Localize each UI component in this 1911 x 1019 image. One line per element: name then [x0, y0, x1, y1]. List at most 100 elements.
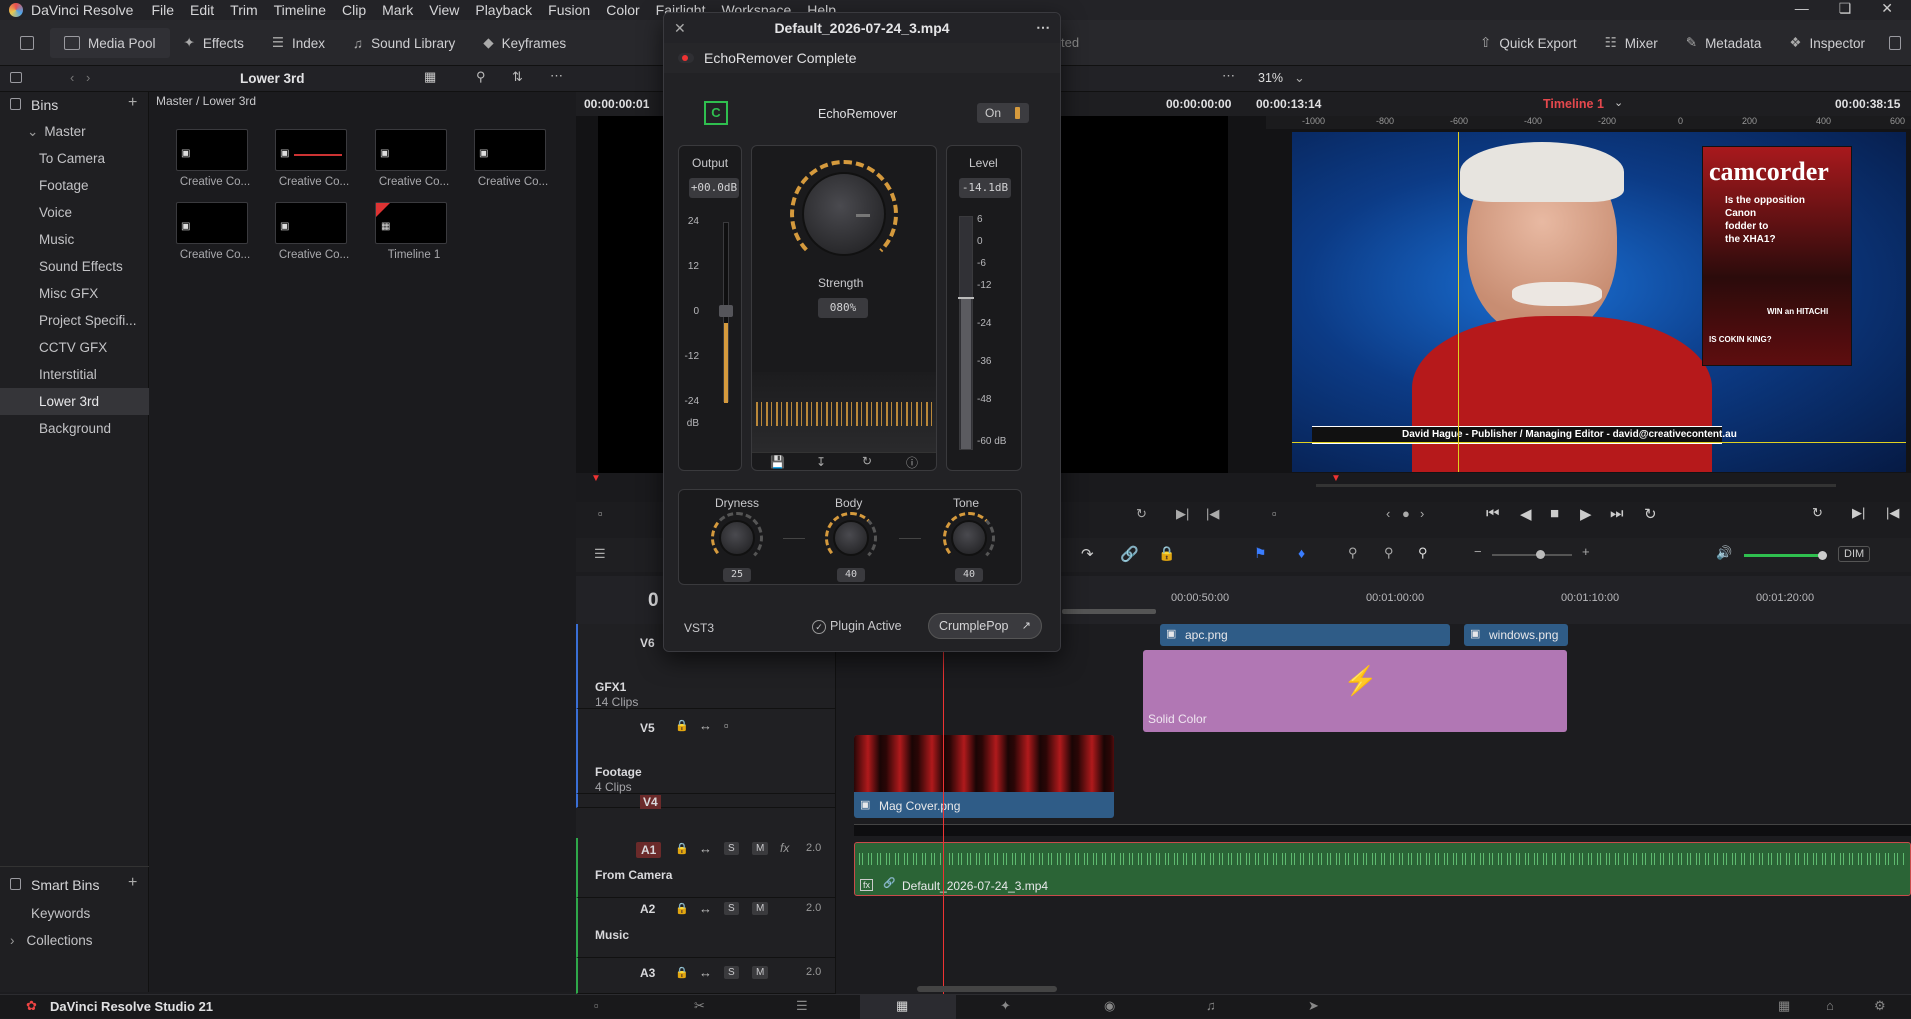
dryness-knob[interactable]: [719, 520, 755, 556]
inspector-button[interactable]: ❖ Inspector: [1775, 20, 1879, 66]
keyframes-button[interactable]: ◆ Keyframes: [469, 20, 580, 66]
menu-trim[interactable]: Trim: [230, 2, 257, 18]
minimize-icon[interactable]: —: [1795, 0, 1809, 17]
plugin-bypass-icon[interactable]: [678, 53, 694, 63]
nav-back-icon[interactable]: ‹: [70, 70, 74, 85]
zoom-custom-icon[interactable]: ⚲: [1418, 545, 1428, 561]
go-start-icon[interactable]: ⏮: [1486, 505, 1500, 522]
track-header-a3[interactable]: A3 🔒 ↔ S M 2.0: [576, 958, 836, 994]
bin-item[interactable]: CCTV GFX: [0, 334, 149, 361]
auto-select-icon[interactable]: ↔: [699, 965, 712, 980]
speaker-icon[interactable]: 🔊: [1716, 545, 1732, 561]
track-header-v5[interactable]: V5 🔒 ↔ ▫ Footage 4 Clips: [576, 709, 836, 794]
cut-page-icon[interactable]: ✂: [694, 998, 705, 1014]
menu-timeline[interactable]: Timeline: [274, 2, 326, 18]
jkl-icon[interactable]: ▫: [598, 506, 603, 521]
bin-item[interactable]: Misc GFX: [0, 280, 149, 307]
project-manager-icon[interactable]: ▦: [1778, 998, 1790, 1014]
nav-forward-icon[interactable]: ›: [86, 70, 90, 85]
playhead-marker-icon[interactable]: ▼: [591, 473, 601, 484]
metadata-button[interactable]: ✎ Metadata: [1672, 20, 1776, 66]
next-frame-icon[interactable]: ▶|: [1176, 506, 1189, 522]
power-toggle[interactable]: On: [977, 103, 1029, 123]
zoom-out-icon[interactable]: −: [1474, 544, 1482, 559]
output-fader-handle[interactable]: [719, 305, 733, 317]
close-icon[interactable]: ✕: [1881, 0, 1893, 17]
go-end-icon[interactable]: ⏭: [1610, 505, 1624, 522]
edit-mode-icon[interactable]: ☰: [594, 546, 606, 562]
end-icon[interactable]: |◀: [1206, 506, 1219, 522]
grid-view-icon[interactable]: ▦: [424, 69, 436, 85]
crumplepop-button[interactable]: CrumplePop ↗: [928, 613, 1042, 639]
restore-icon[interactable]: ❏: [1839, 0, 1852, 17]
effects-button[interactable]: ✦ Effects: [170, 20, 258, 66]
bin-item[interactable]: To Camera: [0, 145, 149, 172]
bin-item[interactable]: Project Specifi...: [0, 307, 149, 334]
menu-color[interactable]: Color: [606, 2, 639, 18]
clip-thumbnail[interactable]: ▣ Creative Co...: [176, 202, 250, 261]
zoom-level[interactable]: 31%: [1258, 71, 1283, 85]
plugin-active-toggle[interactable]: ✓ Plugin Active: [812, 619, 902, 634]
track-header-a1[interactable]: A1 🔒 ↔ S M fx 2.0 From Camera: [576, 838, 836, 898]
bin-item[interactable]: Footage: [0, 172, 149, 199]
media-page-icon[interactable]: ▫: [594, 998, 599, 1013]
auto-select-icon[interactable]: ↔: [699, 841, 712, 856]
bin-item-selected[interactable]: Lower 3rd: [0, 388, 149, 415]
volume-slider[interactable]: [1744, 551, 1827, 560]
fusion-page-icon[interactable]: ✦: [1000, 998, 1011, 1014]
menu-fusion[interactable]: Fusion: [548, 2, 590, 18]
timeline-name[interactable]: Timeline 1: [1543, 97, 1604, 111]
workspace-icon[interactable]: [20, 36, 34, 50]
menu-clip[interactable]: Clip: [342, 2, 366, 18]
zoom-in-icon[interactable]: +: [1582, 544, 1590, 559]
bin-item[interactable]: Sound Effects: [0, 253, 149, 280]
smart-bin-keywords[interactable]: Keywords: [0, 900, 149, 927]
auto-select-icon[interactable]: ↔: [699, 718, 712, 733]
track-header-v4[interactable]: V4: [576, 794, 836, 809]
clip-apc[interactable]: ▣ apc.png: [1160, 624, 1450, 646]
jog-right-icon[interactable]: ›: [1420, 506, 1424, 521]
solo-button[interactable]: S: [724, 902, 739, 915]
match-frame-icon[interactable]: ↻: [1812, 505, 1823, 521]
auto-select-icon[interactable]: ↔: [699, 901, 712, 916]
loop-icon[interactable]: ↻: [1136, 506, 1147, 522]
bin-master[interactable]: ⌄ Master: [0, 118, 149, 145]
info-icon[interactable]: ⓘ: [906, 454, 918, 471]
play-icon[interactable]: ▶: [1580, 505, 1592, 523]
sound-library-button[interactable]: ♫ Sound Library: [339, 20, 469, 66]
index-button[interactable]: ☰ Index: [258, 20, 339, 66]
solo-button[interactable]: S: [724, 966, 739, 979]
mute-button[interactable]: M: [752, 902, 769, 915]
save-preset-icon[interactable]: 💾: [770, 455, 785, 469]
panel-toggle-icon[interactable]: [1889, 36, 1901, 50]
mute-button[interactable]: M: [752, 966, 769, 979]
clip-solid-color[interactable]: ⚡ Solid Color: [1143, 650, 1567, 732]
edit-page-active[interactable]: ▦: [860, 995, 956, 1019]
lock-icon[interactable]: 🔒: [675, 966, 689, 979]
clip-thumbnail[interactable]: ▣ Creative Co...: [474, 129, 548, 188]
zoom-slider-handle[interactable]: [1536, 550, 1545, 559]
clip-thumbnail[interactable]: ▣ Creative Co...: [375, 129, 449, 188]
loop-playback-icon[interactable]: ↻: [1644, 505, 1657, 523]
fx-icon[interactable]: fx: [780, 841, 789, 855]
menu-view[interactable]: View: [429, 2, 459, 18]
bin-item[interactable]: Music: [0, 226, 149, 253]
settings-icon[interactable]: ⚙: [1874, 998, 1886, 1014]
clip-thumbnail[interactable]: ▣ Creative Co...: [275, 129, 349, 188]
add-smart-bin-icon[interactable]: +: [128, 874, 137, 892]
timeline-playhead-icon[interactable]: ▼: [1331, 473, 1341, 484]
solo-button[interactable]: S: [724, 842, 739, 855]
download-icon[interactable]: ↧: [816, 455, 826, 469]
smart-bin-collections[interactable]: › Collections: [0, 927, 149, 954]
timeline-dropdown-icon[interactable]: ⌄: [1614, 96, 1623, 109]
bin-item[interactable]: Background: [0, 415, 149, 442]
clip-thumbnail[interactable]: ▣ Creative Co...: [275, 202, 349, 261]
fairlight-page-icon[interactable]: ♫: [1206, 998, 1216, 1013]
zoom-dropdown-icon[interactable]: ⌄: [1294, 70, 1305, 86]
flag-icon[interactable]: ⚑: [1254, 545, 1267, 562]
jog-dot-icon[interactable]: ●: [1402, 506, 1410, 521]
output-fader[interactable]: [719, 222, 733, 403]
plugin-more-icon[interactable]: ⋯: [1036, 12, 1050, 42]
edit-page-icon[interactable]: ☰: [796, 998, 808, 1014]
zoom-slider[interactable]: [1492, 550, 1572, 559]
